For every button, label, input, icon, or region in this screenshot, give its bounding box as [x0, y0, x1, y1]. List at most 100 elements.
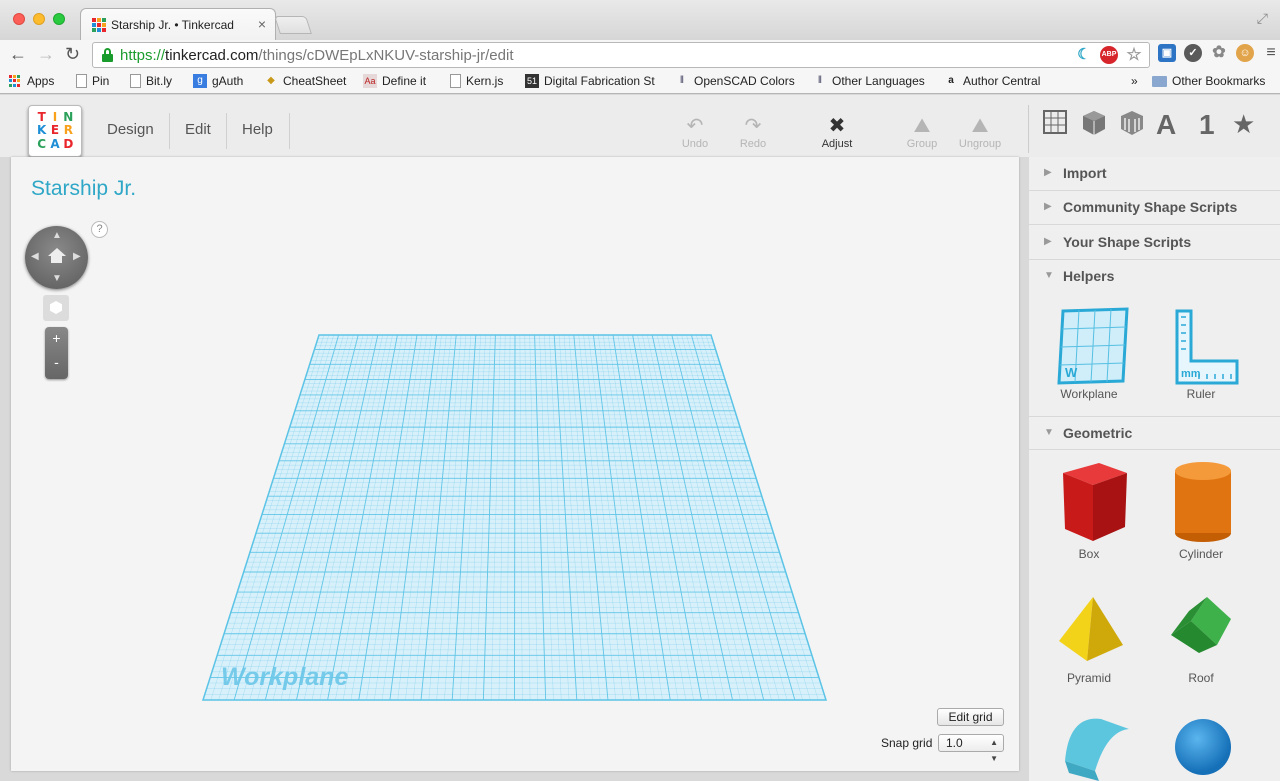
screen-capture-extension-icon[interactable]: ▣ — [1158, 44, 1176, 62]
workplane-grid[interactable]: Workplane — [11, 157, 1019, 771]
design-canvas[interactable]: Workplane Starship Jr. ? ▲ ▼ ◀ ▶ + - Edi… — [11, 157, 1019, 771]
tinkercad-header: TINKERCAD Design Edit Help ↶ Undo ↷ Redo ✖… — [0, 95, 1280, 157]
bookmark-author-central[interactable]: a Author Central — [944, 74, 1040, 88]
shape-sphere[interactable] — [1146, 705, 1256, 781]
cheatsheet-icon: ◆ — [267, 75, 275, 86]
menu-help[interactable]: Help — [242, 121, 273, 138]
menu-divider — [226, 113, 227, 149]
toolbar-divider — [1028, 105, 1029, 153]
bookmark-digital-fabrication[interactable]: 51 Digital Fabrication St — [525, 74, 655, 88]
svg-text:mm: mm — [1181, 368, 1201, 380]
bookmark-other-languages[interactable]: ǁ Other Languages — [813, 74, 925, 88]
shape-box[interactable]: Box — [1034, 457, 1144, 561]
logo-letter: D — [63, 136, 74, 151]
bookmark-apps[interactable]: Apps — [9, 74, 54, 88]
bookmark-define-it[interactable]: Aa Define it — [363, 74, 426, 88]
minimize-window-button[interactable] — [33, 13, 45, 25]
numbers-category-icon[interactable]: 1 — [1199, 109, 1215, 141]
close-tab-icon[interactable]: × — [258, 16, 266, 32]
tinkercad-logo[interactable]: TIN KER CAD — [28, 105, 82, 157]
adblock-icon[interactable]: ABP — [1100, 46, 1118, 64]
back-arrow-icon[interactable]: ← — [9, 44, 27, 64]
zoom-window-button[interactable] — [53, 13, 65, 25]
view-cube-icon[interactable] — [43, 295, 69, 321]
fullscreen-icon[interactable]: ⤢ — [1257, 10, 1268, 27]
document-icon — [450, 74, 461, 88]
collapsed-triangle-icon: ▶ — [1044, 167, 1052, 178]
zoom-control: + - — [45, 327, 68, 379]
snap-grid-label: Snap grid — [881, 736, 933, 750]
expanded-triangle-icon: ▼ — [1044, 270, 1054, 281]
letters-category-icon[interactable]: A — [1156, 109, 1176, 141]
reload-icon[interactable]: ↻ — [65, 44, 80, 64]
section-import[interactable]: ▶ Import — [1029, 157, 1280, 191]
pocket-extension-icon[interactable]: ✓ — [1184, 44, 1202, 62]
ungroup-button[interactable]: ⛰ Ungroup — [955, 115, 1005, 150]
shape-cylinder[interactable]: Cylinder — [1146, 457, 1256, 561]
browser-tab[interactable]: Starship Jr. • Tinkercad × — [80, 8, 276, 40]
avatar-extension-icon[interactable]: ☺ — [1236, 44, 1254, 62]
logo-letter: T — [37, 110, 46, 124]
bookmark-bitly[interactable]: Bit.ly — [130, 74, 172, 88]
zoom-out-button[interactable]: - — [45, 354, 68, 370]
group-button[interactable]: ⛰ Group — [897, 115, 947, 150]
logo-letter: R — [63, 123, 73, 138]
design-title[interactable]: Starship Jr. — [31, 177, 136, 201]
new-tab-button[interactable] — [274, 16, 312, 34]
redo-button[interactable]: ↷ Redo — [728, 115, 778, 150]
orbit-right-arrow-icon[interactable]: ▶ — [73, 251, 81, 262]
shape-round-roof[interactable] — [1034, 705, 1144, 781]
section-helpers[interactable]: ▼ Helpers — [1029, 260, 1280, 294]
section-your-shape-scripts[interactable]: ▶ Your Shape Scripts — [1029, 226, 1280, 260]
wave-extension-icon[interactable]: ☾ — [1075, 46, 1093, 64]
favorites-star-icon[interactable]: ★ — [1232, 109, 1255, 140]
shape-roof[interactable]: Roof — [1146, 589, 1256, 685]
menu-hamburger-icon[interactable]: ≡ — [1262, 44, 1280, 62]
bookmark-kernjs[interactable]: Kern.js — [450, 74, 503, 88]
menu-edit[interactable]: Edit — [185, 121, 211, 138]
logo-letter: I — [52, 110, 58, 124]
view-orbit-control[interactable]: ▲ ▼ ◀ ▶ — [25, 226, 88, 289]
address-bar[interactable]: https://tinkercad.com/things/cDWEpLxNKUV… — [92, 42, 1150, 68]
bookmark-cheatsheet[interactable]: ◆ CheatSheet — [264, 74, 346, 88]
solid-cube-category-icon[interactable] — [1080, 109, 1108, 140]
group-icon: ⛰ — [913, 115, 931, 137]
orbit-left-arrow-icon[interactable]: ◀ — [31, 251, 39, 262]
bookmarks-overflow-chevron[interactable]: » — [1131, 74, 1138, 88]
calendar-icon: 51 — [525, 74, 539, 88]
undo-icon: ↶ — [686, 115, 704, 137]
bookmark-other-bookmarks[interactable]: Other Bookmarks — [1152, 74, 1265, 88]
url-text[interactable]: https://tinkercad.com/things/cDWEpLxNKUV… — [120, 47, 514, 64]
puzzle-extension-icon[interactable]: ✿ — [1210, 44, 1228, 62]
logo-letter: N — [63, 110, 74, 124]
orbit-down-arrow-icon[interactable]: ▼ — [52, 273, 62, 284]
close-window-button[interactable] — [13, 13, 25, 25]
workplane-category-icon[interactable] — [1041, 109, 1069, 138]
orbit-up-arrow-icon[interactable]: ▲ — [52, 230, 62, 241]
undo-button[interactable]: ↶ Undo — [670, 115, 720, 150]
adjust-button[interactable]: ✖ Adjust — [812, 115, 862, 150]
bookmark-gauth[interactable]: g gAuth — [193, 74, 243, 88]
help-question-icon[interactable]: ? — [91, 221, 108, 238]
bookmark-star-icon[interactable]: ☆ — [1125, 46, 1143, 64]
snap-grid-select[interactable]: 1.0 ▲ ▼ — [938, 734, 1004, 763]
apps-grid-icon — [9, 74, 22, 88]
bookmark-pin[interactable]: Pin — [76, 74, 109, 88]
shape-ruler[interactable]: mm Ruler — [1146, 303, 1256, 401]
wireframe-cube-category-icon[interactable] — [1118, 109, 1146, 140]
section-geometric[interactable]: ▼ Geometric — [1029, 416, 1280, 450]
zoom-in-button[interactable]: + — [45, 330, 68, 346]
section-community-shape-scripts[interactable]: ▶ Community Shape Scripts — [1029, 191, 1280, 225]
menu-design[interactable]: Design — [107, 121, 154, 138]
collapsed-triangle-icon: ▶ — [1044, 201, 1052, 212]
forward-arrow-icon[interactable]: → — [37, 44, 55, 64]
bookmark-openscad-colors[interactable]: ǁ OpenSCAD Colors — [675, 74, 795, 88]
menu-divider — [169, 113, 170, 149]
home-view-icon[interactable] — [48, 248, 66, 264]
shape-workplane[interactable]: W Workplane — [1034, 303, 1144, 401]
logo-letter: E — [50, 123, 60, 138]
folder-icon — [1152, 75, 1167, 87]
workplane-label: Workplane — [221, 663, 348, 691]
shape-pyramid[interactable]: Pyramid — [1034, 589, 1144, 685]
edit-grid-button[interactable]: Edit grid — [937, 708, 1004, 726]
